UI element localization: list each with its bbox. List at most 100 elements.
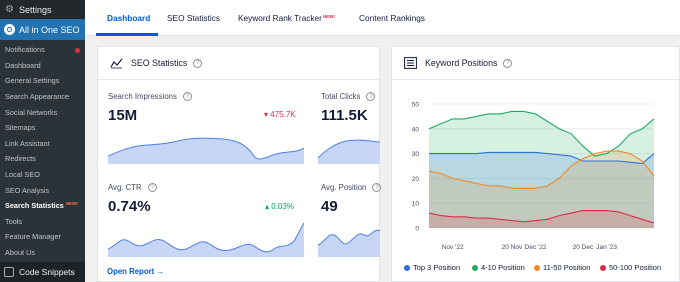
sidebar-item-label: Tools <box>5 216 23 226</box>
sidebar-item-label: Social Networks <box>5 107 58 117</box>
help-icon[interactable]: ? <box>147 183 157 192</box>
change-indicator: ▴ 0.03% <box>265 202 294 211</box>
sidebar-item-local-seo[interactable]: Local SEO <box>0 167 85 183</box>
sidebar-item-search-statistics[interactable]: Search Statistics NEW! <box>0 198 85 214</box>
y-tick-label: 10 <box>412 201 420 208</box>
sidebar-item-label: Notifications <box>5 45 45 55</box>
new-badge: NEW! <box>65 201 78 207</box>
active-tab-indicator <box>96 33 158 36</box>
legend-swatch <box>404 264 410 271</box>
admin-sidebar: ⚙ Settings All in One SEO Notifications … <box>0 0 85 282</box>
stat-change-ctr: ▴ 0.03% <box>265 202 294 211</box>
stat-value: 0.74% <box>108 198 151 215</box>
sidebar-code-snippets-label: Code Snippets <box>19 267 75 277</box>
sidebar-item-seo-analysis[interactable]: SEO Analysis <box>0 182 85 198</box>
tab-label: Keyword Rank Tracker <box>238 13 322 23</box>
tab-keyword-rank-tracker[interactable]: Keyword Rank TrackerNEW! <box>238 13 335 23</box>
y-tick-label: 50 <box>412 102 420 109</box>
sidebar-item-feature-manager[interactable]: Feature Manager <box>0 229 85 245</box>
legend-4-10[interactable]: 4-10 Position <box>472 263 525 272</box>
sidebar-item-social-networks[interactable]: Social Networks <box>0 104 85 120</box>
legend-label: 50-100 Position <box>609 263 662 272</box>
help-icon[interactable]: ? <box>193 58 203 68</box>
tab-label: SEO Statistics <box>167 13 221 23</box>
legend-11-50[interactable]: 11-50 Position <box>534 263 590 272</box>
x-tick-label: Nov '22 <box>442 244 464 251</box>
legend-top3[interactable]: Top 3 Position <box>404 263 460 272</box>
sidebar-item-dashboard[interactable]: Dashboard <box>0 58 85 74</box>
open-report-link[interactable]: Open Report → <box>107 267 164 276</box>
stat-label: Avg. CTR <box>108 183 142 192</box>
change-value: 0.03% <box>271 202 294 211</box>
y-tick-label: 30 <box>412 151 420 158</box>
sidebar-item-about-us[interactable]: About Us <box>0 245 85 261</box>
legend-50-100[interactable]: 50-100 Position <box>600 263 661 272</box>
sidebar-item-search-appearance[interactable]: Search Appearance <box>0 89 85 105</box>
help-icon[interactable]: ? <box>182 92 192 101</box>
trend-line-icon <box>110 58 123 68</box>
stat-change-impressions: ▾ 475.7K <box>264 110 296 119</box>
help-icon[interactable]: ? <box>366 92 376 101</box>
sidebar-submenu: Notifications Dashboard General Settings… <box>0 40 85 263</box>
sidebar-item-label: Link Assistant <box>5 138 50 148</box>
code-snippets-icon <box>4 267 14 277</box>
help-icon[interactable]: ? <box>372 183 382 192</box>
help-icon[interactable]: ? <box>503 58 513 68</box>
clicks-sparkline <box>318 139 380 164</box>
sidebar-item-label: Dashboard <box>5 60 41 70</box>
sidebar-code-snippets[interactable]: Code Snippets <box>0 262 85 282</box>
new-badge: NEW! <box>322 14 335 19</box>
sidebar-aioseo-label: All in One SEO <box>19 24 80 35</box>
stat-label: Avg. Position <box>321 183 367 192</box>
sidebar-item-redirects[interactable]: Redirects <box>0 151 85 167</box>
sidebar-settings[interactable]: ⚙ Settings <box>0 0 85 19</box>
stat-avg-position: Avg. Position? 49 <box>321 183 382 215</box>
tab-label: Content Rankings <box>359 13 425 23</box>
legend-label: 11-50 Position <box>543 263 591 272</box>
keyword-positions-header: Keyword Positions ? <box>392 47 679 80</box>
legend-label: Top 3 Position <box>413 263 461 272</box>
sidebar-item-link-assistant[interactable]: Link Assistant <box>0 136 85 152</box>
sidebar-settings-label: Settings <box>19 4 52 15</box>
stat-label: Search Impressions <box>108 92 177 101</box>
seo-statistics-title: SEO Statistics <box>131 58 188 68</box>
x-tick-label: 20 Dec <box>573 244 594 251</box>
sidebar-item-label: Local SEO <box>5 170 40 180</box>
sidebar-item-sitemaps[interactable]: Sitemaps <box>0 120 85 136</box>
sidebar-item-notifications[interactable]: Notifications <box>0 42 85 58</box>
stat-label: Total Clicks <box>321 92 361 101</box>
tab-content-rankings[interactable]: Content Rankings <box>359 13 425 23</box>
sidebar-item-label: About Us <box>5 248 36 258</box>
stat-avg-ctr: Avg. CTR? 0.74% <box>108 183 157 215</box>
list-icon <box>404 57 417 69</box>
stat-total-clicks: Total Clicks? 111.5K <box>321 92 376 124</box>
stat-value: 15M <box>108 107 138 124</box>
stat-search-impressions: Search Impressions? 15M <box>108 92 192 124</box>
keyword-positions-title: Keyword Positions <box>425 58 498 68</box>
y-tick-label: 40 <box>412 126 420 133</box>
keyword-positions-chart: 0 10 20 30 40 50 Nov '22 20 Nov Dec '22 20 Dec Jan… <box>412 102 655 251</box>
sidebar-item-label: Search Appearance <box>5 92 70 102</box>
sidebar-item-tools[interactable]: Tools <box>0 214 85 230</box>
legend-swatch <box>472 264 478 271</box>
ctr-sparkline <box>108 222 304 257</box>
x-tick-label: Jan '23 <box>596 244 617 251</box>
position-sparkline <box>318 229 380 257</box>
sidebar-item-label: Feature Manager <box>5 232 61 242</box>
tab-dashboard[interactable]: Dashboard <box>107 13 150 23</box>
y-tick-label: 20 <box>412 176 420 183</box>
notification-dot <box>75 48 80 53</box>
aioseo-logo-icon <box>4 24 15 35</box>
tab-seo-statistics[interactable]: SEO Statistics <box>167 13 220 23</box>
sidebar-item-general-settings[interactable]: General Settings <box>0 73 85 89</box>
sidebar-item-label: SEO Analysis <box>5 185 50 195</box>
tab-label: Dashboard <box>107 13 151 23</box>
seo-statistics-header: SEO Statistics ? <box>98 47 379 80</box>
legend-swatch <box>600 264 606 271</box>
tab-bar: Dashboard SEO Statistics Keyword Rank Tr… <box>85 0 680 36</box>
sidebar-aioseo[interactable]: All in One SEO <box>0 19 85 40</box>
legend-swatch <box>534 264 540 271</box>
y-tick-label: 0 <box>415 226 419 233</box>
impressions-sparkline <box>108 137 304 164</box>
sidebar-item-label: General Settings <box>5 76 60 86</box>
